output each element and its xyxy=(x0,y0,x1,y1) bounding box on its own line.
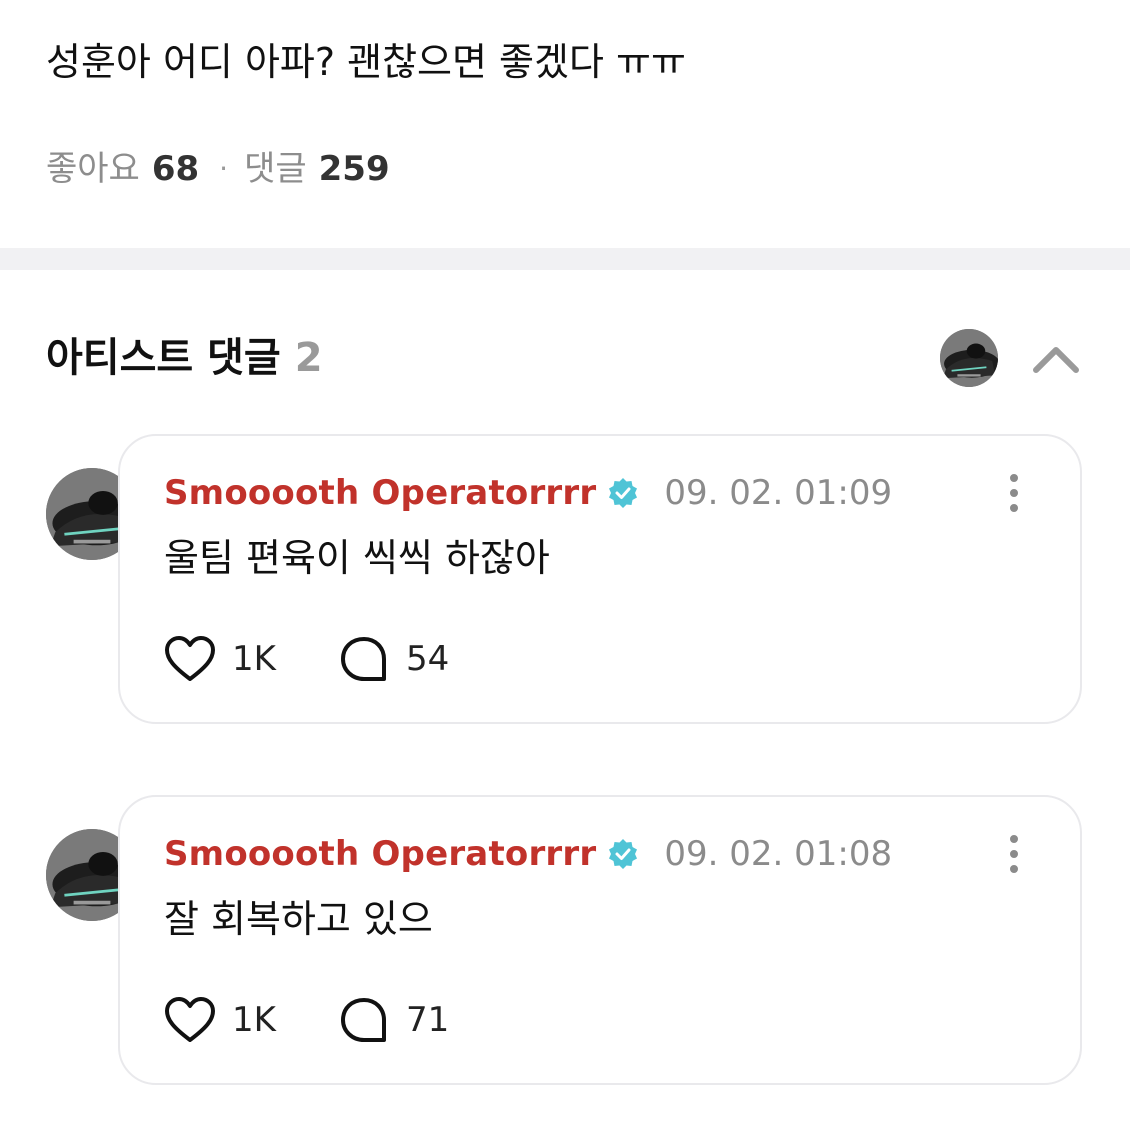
heart-icon xyxy=(165,997,215,1042)
section-divider xyxy=(0,248,1130,270)
speech-bubble-icon xyxy=(340,998,386,1042)
reply-count: 71 xyxy=(405,1000,450,1040)
avatar-image xyxy=(940,329,998,387)
comment-author[interactable]: Smooooth Operatorrrr xyxy=(164,473,596,513)
like-count: 1K xyxy=(232,639,276,679)
post-stats: 좋아요 68 · 댓글 259 xyxy=(46,146,390,192)
comment-header: Smooooth Operatorrrr 09. 02. 01:09 xyxy=(164,468,892,518)
post-text: 성훈아 어디 아파? 괜찮으면 좋겠다 ㅠㅠ xyxy=(46,40,686,84)
artist-comments-header: 아티스트 댓글 2 xyxy=(46,332,323,384)
comment-text: 울팀 편육이 씩씩 하잖아 xyxy=(164,536,550,580)
comment-actions: 1K 71 xyxy=(164,995,449,1045)
reply-button[interactable]: 54 xyxy=(338,635,449,683)
like-button[interactable]: 1K xyxy=(164,635,276,683)
comment-header: Smooooth Operatorrrr 09. 02. 01:08 xyxy=(164,829,892,879)
reply-button[interactable]: 71 xyxy=(338,996,449,1044)
speech-bubble-icon xyxy=(340,637,386,681)
comment-text: 잘 회복하고 있으 xyxy=(164,897,433,941)
comment-timestamp: 09. 02. 01:08 xyxy=(664,834,893,874)
likes-count[interactable]: 68 xyxy=(152,146,199,192)
reply-count: 54 xyxy=(405,639,450,679)
like-button[interactable]: 1K xyxy=(164,996,276,1044)
comment-page: 성훈아 어디 아파? 괜찮으면 좋겠다 ㅠㅠ 좋아요 68 · 댓글 259 아… xyxy=(0,0,1130,1130)
stats-separator: · xyxy=(219,152,229,185)
likes-label[interactable]: 좋아요 xyxy=(46,146,140,192)
comments-label[interactable]: 댓글 xyxy=(244,146,307,192)
comment-timestamp: 09. 02. 01:09 xyxy=(664,473,893,513)
comment-author[interactable]: Smooooth Operatorrrr xyxy=(164,834,596,874)
more-vertical-icon[interactable] xyxy=(1004,833,1024,875)
artist-comments-count: 2 xyxy=(294,335,323,381)
artist-comment-card[interactable]: Smooooth Operatorrrr 09. 02. 01:09 울팀 편육… xyxy=(118,434,1082,724)
comments-count[interactable]: 259 xyxy=(319,146,390,192)
comment-actions: 1K 54 xyxy=(164,634,449,684)
heart-icon xyxy=(165,636,215,681)
more-vertical-icon[interactable] xyxy=(1004,472,1024,514)
artist-avatar[interactable] xyxy=(940,329,998,387)
artist-comments-title: 아티스트 댓글 xyxy=(46,335,281,381)
artist-comment-card[interactable]: Smooooth Operatorrrr 09. 02. 01:08 잘 회복하… xyxy=(118,795,1082,1085)
like-count: 1K xyxy=(232,1000,276,1040)
chevron-up-icon[interactable] xyxy=(1030,338,1082,378)
verified-badge-icon xyxy=(609,478,638,508)
verified-badge-icon xyxy=(609,839,638,869)
